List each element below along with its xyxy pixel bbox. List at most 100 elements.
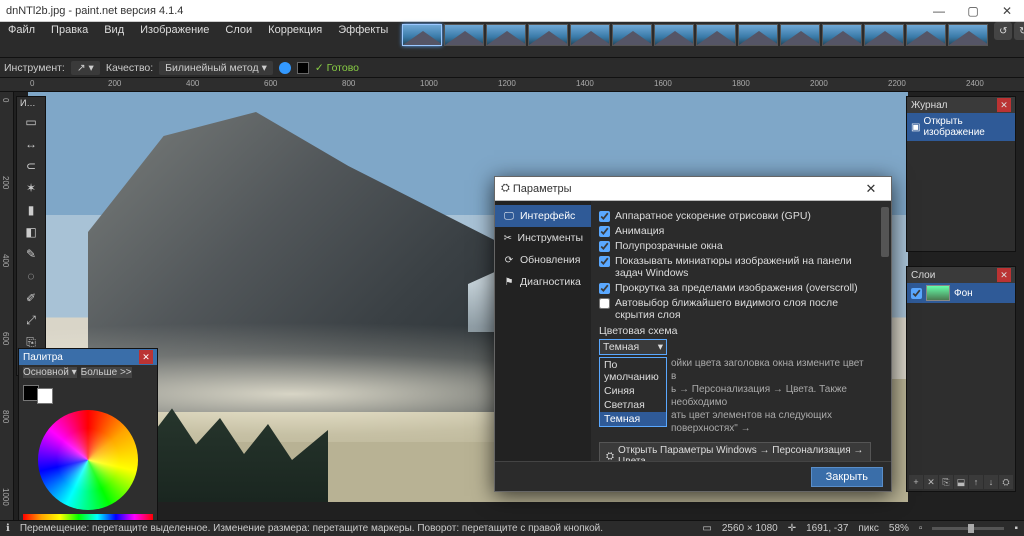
menu-file[interactable]: Файл (0, 22, 43, 40)
status-zoom[interactable]: 58% (889, 523, 909, 534)
scheme-opt-default[interactable]: По умолчанию (600, 358, 666, 384)
quality-label: Качество: (106, 62, 153, 74)
swatch2-icon[interactable] (297, 62, 309, 74)
dialog-nav: 🖵Интерфейс ✂Инструменты ⟳Обновления ⚑Диа… (495, 201, 591, 461)
palette-header[interactable]: Палитра ✕ (19, 349, 157, 365)
check-autolayer[interactable]: Автовыбор ближайшего видимого слоя после… (599, 297, 871, 321)
thumb-10[interactable] (822, 24, 862, 46)
check-gpu[interactable]: Аппаратное ускорение отрисовки (GPU) (599, 210, 871, 222)
history-item[interactable]: ▣ Открыть изображение (907, 113, 1015, 141)
menu-view[interactable]: Вид (96, 22, 132, 40)
scheme-opt-blue[interactable]: Синяя (600, 384, 666, 398)
layer-props-icon[interactable]: ⛭ (999, 475, 1013, 489)
thumb-2[interactable] (486, 24, 526, 46)
palette-primary-select[interactable]: Основной ▾ (23, 367, 77, 378)
update-icon: ⟳ (503, 254, 515, 266)
dialog-nav-diag[interactable]: ⚑Диагностика (495, 271, 591, 293)
dialog-nav-updates[interactable]: ⟳Обновления (495, 249, 591, 271)
dialog-close-footer-button[interactable]: Закрыть (811, 467, 883, 487)
tool-pencil[interactable]: ✐ (17, 287, 45, 309)
layers-close-icon[interactable]: ✕ (997, 268, 1011, 282)
settings-dialog: ⛭ Параметры ✕ 🖵Интерфейс ✂Инструменты ⟳О… (494, 176, 892, 492)
menu-image[interactable]: Изображение (132, 22, 217, 40)
layer-row[interactable]: Фон (907, 283, 1015, 303)
check-anim[interactable]: Анимация (599, 225, 871, 237)
tool-lasso[interactable]: ⊂ (17, 155, 45, 177)
monitor-icon: 🖵 (503, 210, 515, 222)
dialog-nav-tools[interactable]: ✂Инструменты (495, 227, 591, 249)
tool-eraser[interactable]: ◌ (17, 265, 45, 287)
tool-gradient[interactable]: ◧ (17, 221, 45, 243)
layer-down-icon[interactable]: ↓ (984, 475, 998, 489)
layer-dup-icon[interactable]: ⎘ (939, 475, 953, 489)
scheme-opt-light[interactable]: Светлая (600, 398, 666, 412)
thumb-6[interactable] (654, 24, 694, 46)
tool-brush[interactable]: ✎ (17, 243, 45, 265)
layer-visible-checkbox[interactable] (911, 288, 922, 299)
color-wheel[interactable] (38, 410, 138, 510)
open-win-params-button[interactable]: ⛭Открыть Параметры Windows → Персонализа… (599, 442, 871, 461)
gear-icon: ⛭ (501, 182, 510, 195)
tool-rect-select[interactable]: ▭ (17, 111, 45, 133)
tool-bucket[interactable]: ▮ (17, 199, 45, 221)
close-button[interactable]: ✕ (990, 0, 1024, 22)
history-close-icon[interactable]: ✕ (997, 98, 1011, 112)
gear-icon: ⛭ (606, 451, 614, 462)
menu-effects[interactable]: Эффекты (330, 22, 396, 40)
minimize-button[interactable]: — (922, 0, 956, 22)
zoom-slider[interactable] (932, 527, 1004, 530)
menu-adjust[interactable]: Коррекция (260, 22, 330, 40)
zoom-out-icon[interactable]: ▫ (919, 523, 923, 534)
menu-edit[interactable]: Правка (43, 22, 96, 40)
palette-window[interactable]: Палитра ✕ Основной ▾ Больше >> (18, 348, 158, 529)
thumb-8[interactable] (738, 24, 778, 46)
palette-more-button[interactable]: Больше >> (81, 367, 132, 378)
dialog-close-button[interactable]: ✕ (857, 178, 885, 200)
layer-merge-icon[interactable]: ⬓ (954, 475, 968, 489)
thumb-13[interactable] (948, 24, 988, 46)
check-transp[interactable]: Полупрозрачные окна (599, 240, 871, 252)
layers-buttons: + ✕ ⎘ ⬓ ↑ ↓ ⛭ (907, 473, 1015, 491)
layer-delete-icon[interactable]: ✕ (924, 475, 938, 489)
zoom-in-icon[interactable]: ▪ (1014, 523, 1018, 534)
thumb-4[interactable] (570, 24, 610, 46)
util-icon-2[interactable]: ↻ (1014, 22, 1024, 40)
status-bar: ℹ Перемещение: перетащите выделенное. Из… (0, 520, 1024, 536)
thumb-1[interactable] (444, 24, 484, 46)
tools-icon: ✂ (503, 232, 513, 244)
scheme-select[interactable]: Темная ▾ (599, 339, 667, 355)
layers-panel[interactable]: Слои ✕ Фон + ✕ ⎘ ⬓ ↑ ↓ ⛭ (906, 266, 1016, 492)
util-icon-1[interactable]: ↺ (994, 22, 1012, 40)
swatch-bg[interactable] (37, 388, 53, 404)
hint-icon: ℹ (6, 523, 10, 534)
maximize-button[interactable]: ▢ (956, 0, 990, 22)
tool-picker[interactable]: ⤢ (17, 309, 45, 331)
thumb-12[interactable] (906, 24, 946, 46)
check-overscroll[interactable]: Прокрутка за пределами изображения (over… (599, 282, 871, 294)
thumb-5[interactable] (612, 24, 652, 46)
menu-layers[interactable]: Слои (217, 22, 260, 40)
dialog-nav-interface[interactable]: 🖵Интерфейс (495, 205, 591, 227)
dialog-scrollbar[interactable] (879, 201, 891, 461)
open-image-icon: ▣ (911, 122, 920, 133)
layer-add-icon[interactable]: + (909, 475, 923, 489)
quality-selector[interactable]: Билинейный метод ▾ (159, 61, 273, 75)
swatch-icon[interactable] (279, 62, 291, 74)
dialog-titlebar[interactable]: ⛭ Параметры ✕ (495, 177, 891, 201)
thumb-7[interactable] (696, 24, 736, 46)
dims-icon: ▭ (702, 523, 711, 534)
history-panel[interactable]: Журнал ✕ ▣ Открыть изображение (906, 96, 1016, 252)
tool-move[interactable]: ↔ (17, 133, 45, 155)
layer-up-icon[interactable]: ↑ (969, 475, 983, 489)
toolbox: И… ▭ ↔ ⊂ ✶ ▮ ◧ ✎ ◌ ✐ ⤢ ⎘ T (16, 96, 46, 376)
check-taskbar[interactable]: Показывать миниатюры изображений на пане… (599, 255, 871, 279)
scheme-opt-dark[interactable]: Темная (600, 412, 666, 426)
palette-close-icon[interactable]: ✕ (139, 350, 153, 364)
thumb-11[interactable] (864, 24, 904, 46)
thumb-0[interactable] (402, 24, 442, 46)
status-units[interactable]: пикс (858, 523, 879, 534)
thumb-3[interactable] (528, 24, 568, 46)
tool-selector[interactable]: ↗ ▾ (71, 61, 100, 75)
thumb-9[interactable] (780, 24, 820, 46)
tool-wand[interactable]: ✶ (17, 177, 45, 199)
